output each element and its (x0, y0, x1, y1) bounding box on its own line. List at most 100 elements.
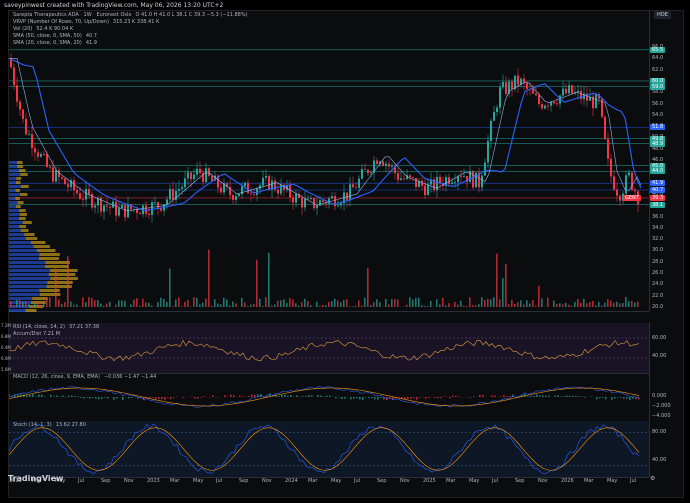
volume-bar (520, 300, 522, 307)
volume-bar (277, 300, 279, 307)
volume-bar (265, 297, 267, 307)
macd-histogram-bar (545, 395, 547, 397)
time-tick: Mar (584, 478, 594, 484)
macd-histogram-bar (152, 397, 154, 398)
volume-bar (25, 301, 27, 307)
candle-body (607, 139, 609, 159)
vol-legend[interactable]: Vol (20) (13, 26, 32, 32)
volume-profile-bar (9, 185, 21, 188)
candle-body (496, 107, 498, 113)
symbol-line[interactable]: Sarepta Therapeutics ADA · 1W · Euronext… (13, 12, 131, 18)
candle-body (316, 205, 318, 209)
tradingview-logo[interactable]: TradingView (8, 474, 63, 483)
chart-area[interactable]: 66.064.062.060.058.056.054.052.050.048.0… (1, 10, 684, 498)
volume-bar (574, 301, 576, 307)
candle-body (94, 205, 96, 208)
macd-histogram-bar (449, 397, 451, 399)
candle-body (358, 178, 360, 188)
time-axis[interactable]: 2022 Mar May Jul Sep Nov 2023 Mar May Jul Sep Nov 20… (9, 477, 649, 487)
volume-profile-bar (17, 161, 23, 164)
volume-bar (124, 300, 126, 307)
settings-gear-icon[interactable]: ⚙ (650, 475, 655, 482)
volume-bar (388, 304, 390, 307)
volume-bar (622, 303, 624, 307)
volume-bar (67, 256, 69, 307)
rsi-legend[interactable]: RSI (14, close, 14, 2) 37.21 37.38 Accum/D… (13, 324, 103, 338)
macd-histogram-bar (89, 397, 91, 399)
time-tick: May (607, 478, 618, 484)
candle-body (232, 195, 234, 200)
macd-histogram-bar (380, 397, 382, 399)
volume-bar (598, 301, 600, 307)
volume-bar (301, 302, 303, 307)
candle-body (610, 158, 612, 177)
candle-body (52, 167, 54, 182)
time-tick: 2023 (147, 478, 160, 484)
volume-bar (19, 300, 21, 307)
volume-bar (55, 268, 57, 307)
macd-histogram-bar (632, 397, 634, 399)
macd-histogram-bar (473, 396, 475, 397)
volume-bar (580, 302, 582, 307)
volume-bar (481, 297, 483, 307)
vrvp-legend[interactable]: VRVP (Number Of Rows, 70, Up/Down) (13, 19, 109, 25)
sma20-legend[interactable]: SMA (20, close, 0, SMA, 20) (13, 40, 82, 46)
macd-histogram-bar (311, 395, 313, 397)
macd-histogram-bar (233, 395, 235, 397)
macd-histogram-bar (104, 397, 106, 398)
volume-bar (187, 300, 189, 307)
volume-profile-bar (50, 269, 78, 272)
volume-bar (196, 297, 198, 307)
volume-bar (235, 303, 237, 307)
volume-bar (454, 301, 456, 307)
volume-bar (121, 300, 123, 307)
volume-profile-bar (20, 173, 28, 176)
macd-histogram-bar (242, 396, 244, 397)
sma50-legend[interactable]: SMA (50, close, 0, SMA, 50) (13, 33, 82, 39)
volume-bar (136, 298, 138, 307)
macd-histogram-bar (371, 397, 373, 399)
volume-bar (109, 301, 111, 307)
macd-histogram-bar (38, 394, 40, 397)
candle-body (244, 182, 246, 187)
volume-profile-bar (9, 245, 34, 248)
macd-histogram-bar (173, 397, 175, 398)
macd-histogram-bar (26, 395, 28, 397)
macd-histogram-bar (599, 397, 601, 399)
volume-bar (517, 302, 519, 307)
volume-bar (532, 300, 534, 307)
macd-histogram-bar (203, 396, 205, 397)
volume-profile-bar (9, 237, 26, 240)
volume-profile-bar (19, 225, 26, 228)
volume-bar (358, 300, 360, 307)
volume-bar (193, 297, 195, 307)
macd-legend[interactable]: MACD (12, 26, close, 9, EMA, EMA) −0.036 … (13, 374, 160, 381)
price-tag: 38.1 (650, 201, 666, 208)
macd-histogram-bar (326, 395, 328, 397)
volume-bar (184, 301, 186, 307)
volume-profile-bar (16, 177, 22, 180)
volume-profile-bar (9, 225, 20, 228)
volume-bar (241, 297, 243, 307)
volume-bar (13, 305, 15, 307)
volume-bar (571, 305, 573, 307)
stoch-legend[interactable]: Stoch (14, 1, 3) 13.62 27.80 (13, 422, 90, 429)
volume-profile-bar (9, 161, 18, 164)
macd-histogram-bar (437, 397, 439, 398)
stoch-d-line (9, 427, 640, 471)
candle-body (487, 140, 489, 163)
time-tick: 2024 (285, 478, 298, 484)
time-tick: Jul (492, 478, 499, 484)
macd-histogram-bar (251, 394, 253, 397)
volume-bar (460, 300, 462, 307)
macd-histogram-bar (98, 397, 100, 400)
macd-histogram-bar (101, 397, 103, 399)
macd-histogram-bar (407, 397, 409, 400)
volume-bar (616, 301, 618, 307)
volume-bar (100, 303, 102, 307)
volume-profile-bar (15, 197, 20, 200)
volume-bar (295, 303, 297, 307)
volume-bar (139, 305, 141, 307)
macd-histogram-bar (53, 396, 55, 397)
volume-bar (409, 297, 411, 307)
